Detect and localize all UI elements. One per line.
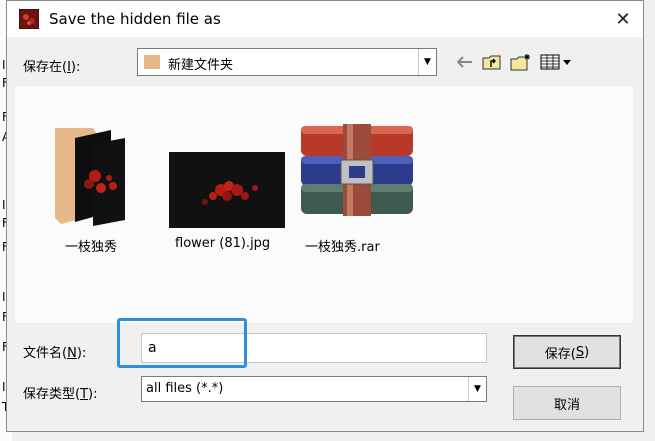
- archive-icon: [301, 124, 413, 216]
- file-item-image[interactable]: flower (81).jpg: [169, 152, 289, 252]
- chevron-down-icon[interactable]: ▼: [468, 377, 486, 401]
- filename-label: 文件名(N):: [23, 346, 87, 361]
- file-list-view[interactable]: 一枝独秀 flower (81).jpg 一枝独秀.rar: [15, 86, 633, 323]
- chevron-down-icon[interactable]: ▼: [418, 49, 436, 75]
- image-thumbnail: [169, 152, 285, 228]
- file-name: flower (81).jpg: [175, 236, 271, 251]
- folder-icon: [55, 128, 125, 226]
- background-text: I: [2, 198, 6, 212]
- close-icon[interactable]: ✕: [611, 7, 635, 31]
- filetype-label: 保存类型(T):: [23, 387, 98, 402]
- file-name: 一枝独秀.rar: [305, 240, 380, 255]
- background-text: I: [2, 58, 6, 72]
- filetype-value: all files (*.*): [146, 381, 224, 396]
- up-folder-icon[interactable]: [481, 52, 503, 72]
- save-in-label: 保存在(I):: [23, 60, 81, 75]
- filename-field[interactable]: [141, 333, 487, 363]
- file-name: 一枝独秀: [65, 240, 118, 255]
- new-folder-icon[interactable]: [509, 52, 533, 72]
- save-in-value: 新建文件夹: [168, 58, 234, 73]
- save-dialog: Save the hidden file as ✕ 保存在(I): 新建文件夹 …: [6, 0, 644, 432]
- view-menu-icon[interactable]: [539, 52, 573, 72]
- background-text: I: [2, 290, 6, 304]
- filename-input[interactable]: [146, 338, 480, 358]
- save-in-dropdown[interactable]: 新建文件夹 ▼: [137, 48, 437, 76]
- background-text: I: [2, 380, 6, 394]
- back-arrow-icon[interactable]: [456, 52, 474, 72]
- cancel-button[interactable]: 取消: [513, 386, 621, 420]
- save-button[interactable]: 保存(S): [513, 335, 621, 369]
- title-bar[interactable]: Save the hidden file as ✕: [7, 1, 643, 37]
- app-icon: [19, 9, 39, 29]
- dialog-title: Save the hidden file as: [49, 10, 221, 28]
- filetype-dropdown[interactable]: all files (*.*) ▼: [141, 376, 487, 402]
- file-item-archive[interactable]: 一枝独秀.rar: [297, 122, 413, 255]
- file-item-folder[interactable]: 一枝独秀: [53, 124, 143, 255]
- folder-icon: [144, 55, 160, 69]
